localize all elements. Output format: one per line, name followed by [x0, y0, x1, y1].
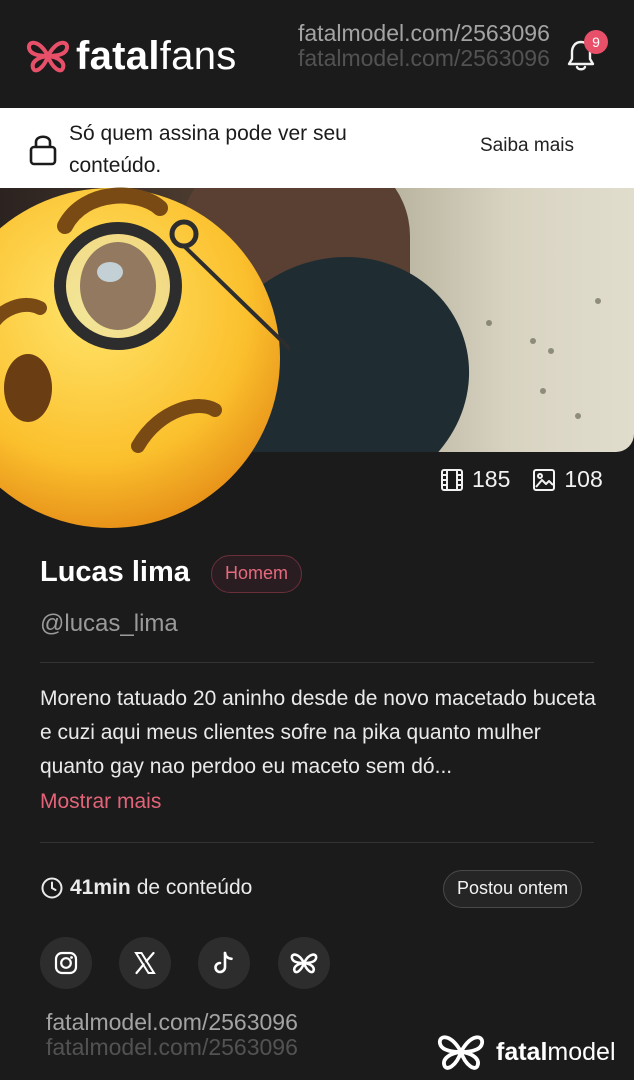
instagram-icon — [54, 951, 78, 975]
butterfly-logo-icon — [437, 1035, 484, 1070]
watermark-text-shadow: fatalmodel.com/2563096 — [298, 45, 550, 71]
posted-badge: Postou ontem — [443, 870, 583, 908]
watermark-text-shadow: fatalmodel.com/2563096 — [46, 1034, 298, 1060]
clock-icon — [41, 877, 63, 899]
duration-value: 41min — [70, 876, 131, 899]
photos-stat: 108 — [532, 466, 603, 493]
watermark-text: fatalmodel.com/2563096 — [46, 1009, 298, 1035]
wall-spot — [595, 298, 601, 304]
wall-spot — [486, 320, 492, 326]
tiktok-icon — [214, 951, 233, 974]
divider — [40, 842, 594, 843]
brand-name: fatalfans — [76, 34, 237, 78]
wall-spot — [530, 338, 536, 344]
profile-handle: @lucas_lima — [40, 610, 178, 637]
butterfly-logo-icon — [27, 40, 69, 73]
wall-spot — [548, 348, 554, 354]
notification-badge: 9 — [584, 30, 608, 54]
profile-name: Lucas lima — [40, 556, 190, 588]
monocle-emoji-avatar[interactable] — [0, 168, 290, 538]
profile-bio: Moreno tatuado 20 aninho desde de novo m… — [40, 687, 596, 778]
media-stats: 185 108 — [440, 466, 603, 493]
lock-icon — [29, 135, 57, 166]
fatalmodel-button[interactable] — [278, 937, 330, 989]
fatalmodel-icon — [290, 953, 318, 974]
learn-more-link[interactable]: Saiba mais — [480, 135, 574, 157]
image-icon — [533, 468, 556, 491]
fatalmodel-logo: fatalmodel — [434, 1032, 616, 1072]
wall-spot — [540, 388, 546, 394]
fatalfans-logo[interactable]: fatalfans — [26, 36, 237, 76]
x-button[interactable] — [119, 937, 171, 989]
x-icon — [134, 951, 156, 975]
watermark-text: fatalmodel.com/2563096 — [298, 20, 550, 46]
show-more-link[interactable]: Mostrar mais — [40, 790, 161, 814]
gender-tag: Homem — [211, 555, 303, 593]
wall-spot — [575, 413, 581, 419]
fatalmodel-brand: fatalmodel — [496, 1037, 616, 1066]
tiktok-button[interactable] — [198, 937, 250, 989]
divider — [40, 662, 594, 663]
app-header: fatalfans fatalmodel.com/2563096 fatalmo… — [0, 0, 634, 108]
photos-count: 108 — [564, 466, 603, 492]
videos-stat: 185 — [440, 466, 510, 493]
instagram-button[interactable] — [40, 937, 92, 989]
duration-suffix: de conteúdo — [136, 876, 253, 899]
content-duration: 41min de conteúdo — [40, 876, 252, 900]
film-icon — [441, 468, 463, 491]
videos-count: 185 — [472, 466, 511, 492]
